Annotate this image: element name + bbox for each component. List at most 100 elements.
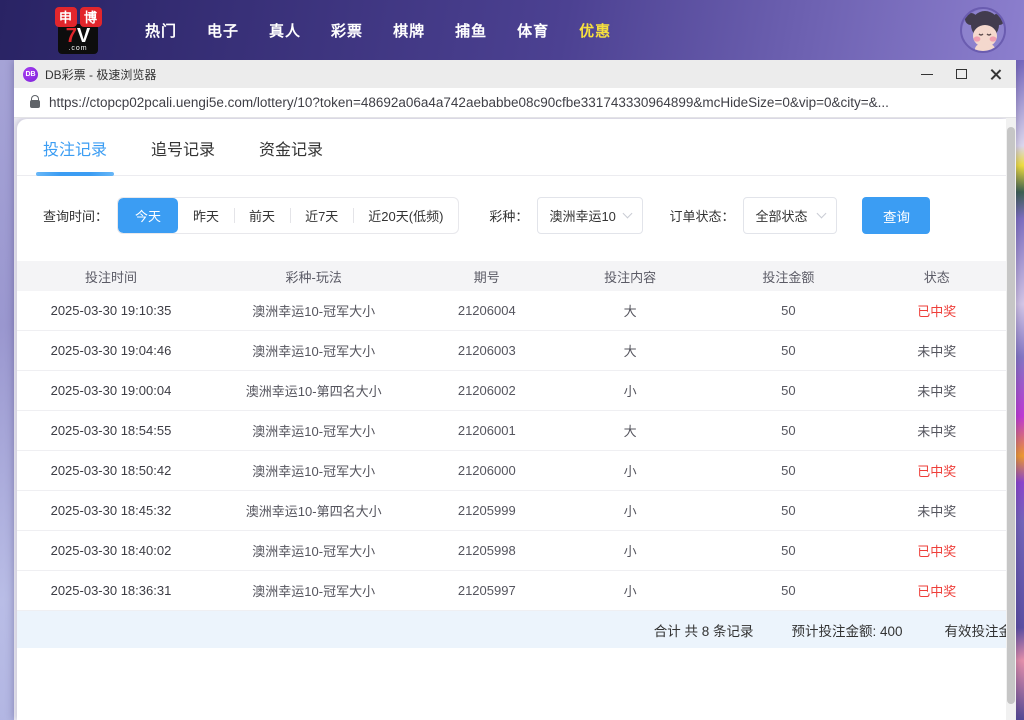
nav-item-1[interactable]: 电子 xyxy=(192,20,254,41)
tab-label: 投注记录 xyxy=(43,142,107,159)
cell-time: 2025-03-30 19:00:04 xyxy=(17,383,205,398)
minimize-button[interactable] xyxy=(910,61,944,87)
lottery-select[interactable]: 澳洲幸运10 xyxy=(537,197,643,234)
time-filter-label: 查询时间： xyxy=(43,206,108,225)
cell-issue: 21206003 xyxy=(422,343,551,358)
cell-content: 大 xyxy=(551,341,709,360)
time-option-3[interactable]: 近7天 xyxy=(290,198,353,233)
user-avatar[interactable] xyxy=(960,7,1006,53)
cell-status: 未中奖 xyxy=(868,501,1006,520)
time-option-0[interactable]: 今天 xyxy=(118,198,178,233)
time-option-2[interactable]: 前天 xyxy=(234,198,290,233)
chevron-down-icon xyxy=(817,209,827,219)
time-range-group: 今天昨天前天近7天近20天(低频) xyxy=(117,197,459,234)
cell-game: 澳洲幸运10-冠军大小 xyxy=(205,541,423,560)
maximize-button[interactable] xyxy=(944,61,978,87)
summary-valid-amount: 有效投注金 xyxy=(945,620,1007,640)
cell-status: 已中奖 xyxy=(868,461,1006,480)
avatar-image xyxy=(962,9,1006,53)
cell-amount: 50 xyxy=(709,463,867,478)
nav-item-5[interactable]: 捕鱼 xyxy=(440,20,502,41)
cell-game: 澳洲幸运10-冠军大小 xyxy=(205,341,423,360)
cell-game: 澳洲幸运10-第四名大小 xyxy=(205,501,423,520)
order-status-label: 订单状态： xyxy=(669,206,734,225)
table-row: 2025-03-30 18:54:55澳洲幸运10-冠军大小21206001大5… xyxy=(17,411,1006,451)
site-logo[interactable]: 申 博 7 V .com xyxy=(38,7,118,54)
cell-time: 2025-03-30 19:10:35 xyxy=(17,303,205,318)
nav-item-2[interactable]: 真人 xyxy=(254,20,316,41)
cell-content: 小 xyxy=(551,381,709,400)
table-body: 2025-03-30 19:10:35澳洲幸运10-冠军大小21206004大5… xyxy=(17,291,1006,611)
time-option-4[interactable]: 近20天(低频) xyxy=(353,198,458,233)
cell-amount: 50 xyxy=(709,423,867,438)
logo-dotcom: .com xyxy=(68,45,87,52)
cell-issue: 21206001 xyxy=(422,423,551,438)
table-row: 2025-03-30 18:36:31澳洲幸运10-冠军大小21205997小5… xyxy=(17,571,1006,611)
filter-bar: 查询时间： 今天昨天前天近7天近20天(低频) 彩种： 澳洲幸运10 订单状态：… xyxy=(43,197,980,234)
order-status-value: 全部状态 xyxy=(755,206,807,225)
nav-item-0[interactable]: 热门 xyxy=(130,20,192,41)
cell-issue: 21206004 xyxy=(422,303,551,318)
tab-1[interactable]: 追号记录 xyxy=(151,136,215,175)
table-header-row: 投注时间彩种-玩法期号投注内容投注金额状态 xyxy=(17,261,1006,291)
cell-issue: 21205997 xyxy=(422,583,551,598)
nav-item-6[interactable]: 体育 xyxy=(502,20,564,41)
tab-label: 资金记录 xyxy=(259,142,323,159)
nav-item-3[interactable]: 彩票 xyxy=(316,20,378,41)
column-header-1: 彩种-玩法 xyxy=(205,267,423,286)
tab-0[interactable]: 投注记录 xyxy=(43,136,107,175)
table-summary-row: 合计 共 8 条记录 预计投注金额: 400 有效投注金 xyxy=(17,611,1006,648)
query-button[interactable]: 查询 xyxy=(862,197,930,234)
cell-time: 2025-03-30 18:50:42 xyxy=(17,463,205,478)
summary-total: 合计 共 8 条记录 xyxy=(654,620,754,640)
logo-v: V xyxy=(77,26,90,46)
nav-menu: 热门电子真人彩票棋牌捕鱼体育优惠 xyxy=(130,20,626,41)
url-text: https://ctopcp02pcali.uengi5e.com/lotter… xyxy=(49,95,889,110)
window-titlebar[interactable]: DB DB彩票 - 极速浏览器 xyxy=(14,60,1016,88)
cell-status: 已中奖 xyxy=(868,581,1006,600)
column-header-4: 投注金额 xyxy=(709,267,867,286)
db-app-icon: DB xyxy=(23,67,38,82)
logo-char-shen: 申 xyxy=(55,7,77,27)
time-option-1[interactable]: 昨天 xyxy=(178,198,234,233)
logo-tiles: 申 博 xyxy=(55,7,102,27)
cell-status: 未中奖 xyxy=(868,341,1006,360)
scrollbar-thumb[interactable] xyxy=(1007,127,1015,704)
table-row: 2025-03-30 19:04:46澳洲幸运10-冠军大小21206003大5… xyxy=(17,331,1006,371)
cell-amount: 50 xyxy=(709,583,867,598)
lock-icon xyxy=(30,100,40,108)
cell-amount: 50 xyxy=(709,383,867,398)
column-header-5: 状态 xyxy=(868,267,1006,286)
order-status-select[interactable]: 全部状态 xyxy=(743,197,837,234)
cell-amount: 50 xyxy=(709,303,867,318)
cell-time: 2025-03-30 18:36:31 xyxy=(17,583,205,598)
cell-time: 2025-03-30 19:04:46 xyxy=(17,343,205,358)
cell-issue: 21205998 xyxy=(422,543,551,558)
top-nav: 申 博 7 V .com 热门电子真人彩票棋牌捕鱼体育优惠 xyxy=(0,0,1024,60)
cell-status: 已中奖 xyxy=(868,301,1006,320)
url-bar[interactable]: https://ctopcp02pcali.uengi5e.com/lotter… xyxy=(14,88,1016,118)
active-tab-underline xyxy=(36,172,114,176)
cell-content: 小 xyxy=(551,501,709,520)
nav-item-4[interactable]: 棋牌 xyxy=(378,20,440,41)
cell-content: 小 xyxy=(551,581,709,600)
cell-issue: 21205999 xyxy=(422,503,551,518)
logo-main: 7 V .com xyxy=(58,24,98,54)
cell-status: 未中奖 xyxy=(868,421,1006,440)
maximize-icon xyxy=(956,69,967,79)
cell-game: 澳洲幸运10-冠军大小 xyxy=(205,301,423,320)
cell-content: 小 xyxy=(551,541,709,560)
logo-7: 7 xyxy=(66,26,77,46)
cell-game: 澳洲幸运10-冠军大小 xyxy=(205,421,423,440)
cell-time: 2025-03-30 18:54:55 xyxy=(17,423,205,438)
tab-2[interactable]: 资金记录 xyxy=(259,136,323,175)
cell-time: 2025-03-30 18:45:32 xyxy=(17,503,205,518)
logo-char-bo: 博 xyxy=(80,7,102,27)
minimize-icon xyxy=(921,74,933,75)
close-button[interactable] xyxy=(978,61,1012,87)
cell-time: 2025-03-30 18:40:02 xyxy=(17,543,205,558)
cell-status: 已中奖 xyxy=(868,541,1006,560)
vertical-scrollbar[interactable] xyxy=(1006,118,1016,720)
nav-item-7[interactable]: 优惠 xyxy=(564,20,626,41)
cell-amount: 50 xyxy=(709,503,867,518)
